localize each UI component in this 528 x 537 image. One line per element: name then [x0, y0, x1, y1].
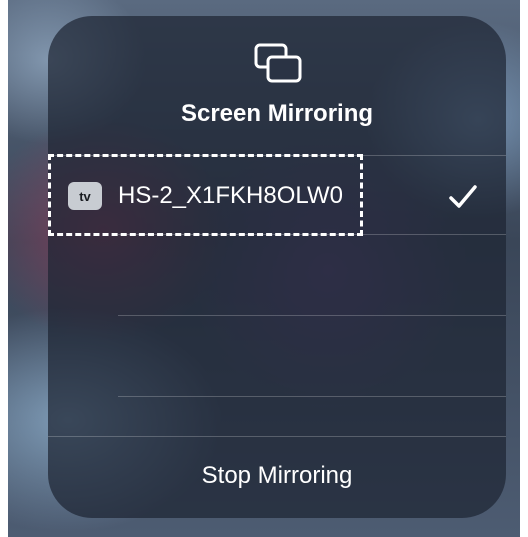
- panel-title: Screen Mirroring: [180, 100, 374, 127]
- checkmark-icon: [449, 185, 477, 208]
- empty-device-row: [118, 235, 506, 315]
- selection-highlight-box: [48, 154, 363, 236]
- divider: [118, 396, 506, 397]
- screen-mirroring-panel: Screen Mirroring tv HS-2_X1FKH8OLW0 Stop…: [48, 16, 506, 518]
- blurred-background: Screen Mirroring tv HS-2_X1FKH8OLW0 Stop…: [8, 0, 520, 537]
- empty-device-row: [118, 316, 506, 396]
- screen-mirroring-icon: [254, 43, 302, 83]
- stop-mirroring-label: Stop Mirroring: [201, 462, 353, 489]
